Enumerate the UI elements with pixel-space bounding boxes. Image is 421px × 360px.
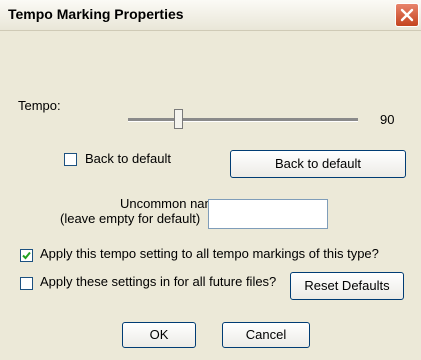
- back-to-default-checkbox[interactable]: [64, 153, 77, 166]
- back-to-default-checkbox-label: Back to default: [85, 151, 171, 166]
- check-icon: [22, 251, 31, 260]
- ok-button[interactable]: OK: [122, 322, 196, 348]
- tempo-label: Tempo:: [18, 98, 61, 113]
- cancel-button[interactable]: Cancel: [222, 322, 310, 348]
- close-icon: [400, 8, 414, 22]
- apply-all-checkbox-label: Apply this tempo setting to all tempo ma…: [40, 246, 379, 261]
- future-files-checkbox[interactable]: [20, 277, 33, 290]
- tempo-slider-thumb[interactable]: [174, 109, 183, 129]
- uncommon-name-input[interactable]: [208, 199, 328, 229]
- title-bar: Tempo Marking Properties: [0, 0, 421, 31]
- future-files-checkbox-label: Apply these settings in for all future f…: [40, 274, 277, 289]
- tempo-slider-track: [128, 118, 358, 122]
- apply-all-checkbox[interactable]: [20, 249, 33, 262]
- uncommon-name-hint: (leave empty for default): [60, 211, 201, 226]
- reset-defaults-button[interactable]: Reset Defaults: [290, 272, 404, 300]
- tempo-marking-dialog: Tempo Marking Properties Tempo: 90 Back …: [0, 0, 421, 360]
- window-title: Tempo Marking Properties: [8, 6, 184, 22]
- close-button[interactable]: [395, 3, 419, 27]
- tempo-value: 90: [380, 112, 395, 127]
- tempo-slider[interactable]: [128, 109, 358, 131]
- back-to-default-button[interactable]: Back to default: [230, 150, 406, 178]
